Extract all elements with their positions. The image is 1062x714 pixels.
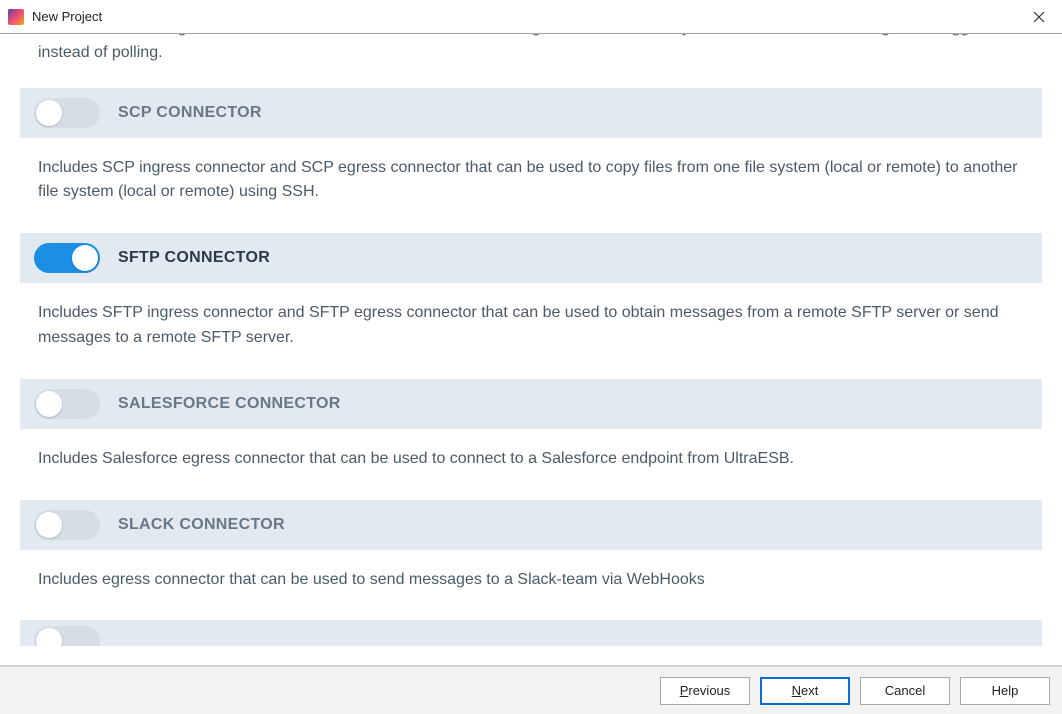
connector-header-sftp: SFTP CONNECTOR bbox=[20, 233, 1042, 283]
connector-header-next bbox=[20, 620, 1042, 646]
next-button[interactable]: Next bbox=[760, 677, 850, 705]
btn-label-rest: revious bbox=[688, 683, 730, 698]
toggle-slack[interactable] bbox=[34, 510, 100, 540]
connector-title: SCP CONNECTOR bbox=[118, 104, 262, 122]
connector-title: SFTP CONNECTOR bbox=[118, 249, 270, 267]
btn-label-rest: ext bbox=[801, 683, 818, 698]
window-title: New Project bbox=[32, 9, 102, 24]
toggle-sftp[interactable] bbox=[34, 243, 100, 273]
app-icon bbox=[8, 9, 24, 25]
connector-title: SLACK CONNECTOR bbox=[118, 516, 285, 534]
connector-header-salesforce: SALESFORCE CONNECTOR bbox=[20, 379, 1042, 429]
toggle-scp[interactable] bbox=[34, 98, 100, 128]
connector-header-scp: SCP CONNECTOR bbox=[20, 88, 1042, 138]
connector-description: Includes NIO File ingress connector that… bbox=[38, 34, 1024, 66]
connector-description: Includes Salesforce egress connector tha… bbox=[38, 447, 1024, 472]
connector-description: Includes SCP ingress connector and SCP e… bbox=[38, 156, 1024, 206]
toggle-next[interactable] bbox=[34, 626, 100, 646]
cancel-button[interactable]: Cancel bbox=[860, 677, 950, 705]
wizard-footer: Previous Next Cancel Help bbox=[0, 666, 1062, 714]
connector-title: SALESFORCE CONNECTOR bbox=[118, 395, 341, 413]
close-button[interactable] bbox=[1016, 0, 1062, 34]
connector-description: Includes egress connector that can be us… bbox=[38, 568, 1024, 593]
connector-header-slack: SLACK CONNECTOR bbox=[20, 500, 1042, 550]
close-icon bbox=[1033, 11, 1045, 23]
previous-button[interactable]: Previous bbox=[660, 677, 750, 705]
connector-list[interactable]: Includes NIO File ingress connector that… bbox=[0, 34, 1062, 666]
titlebar: New Project bbox=[0, 0, 1062, 34]
help-button[interactable]: Help bbox=[960, 677, 1050, 705]
toggle-salesforce[interactable] bbox=[34, 389, 100, 419]
connector-description: Includes SFTP ingress connector and SFTP… bbox=[38, 301, 1024, 351]
